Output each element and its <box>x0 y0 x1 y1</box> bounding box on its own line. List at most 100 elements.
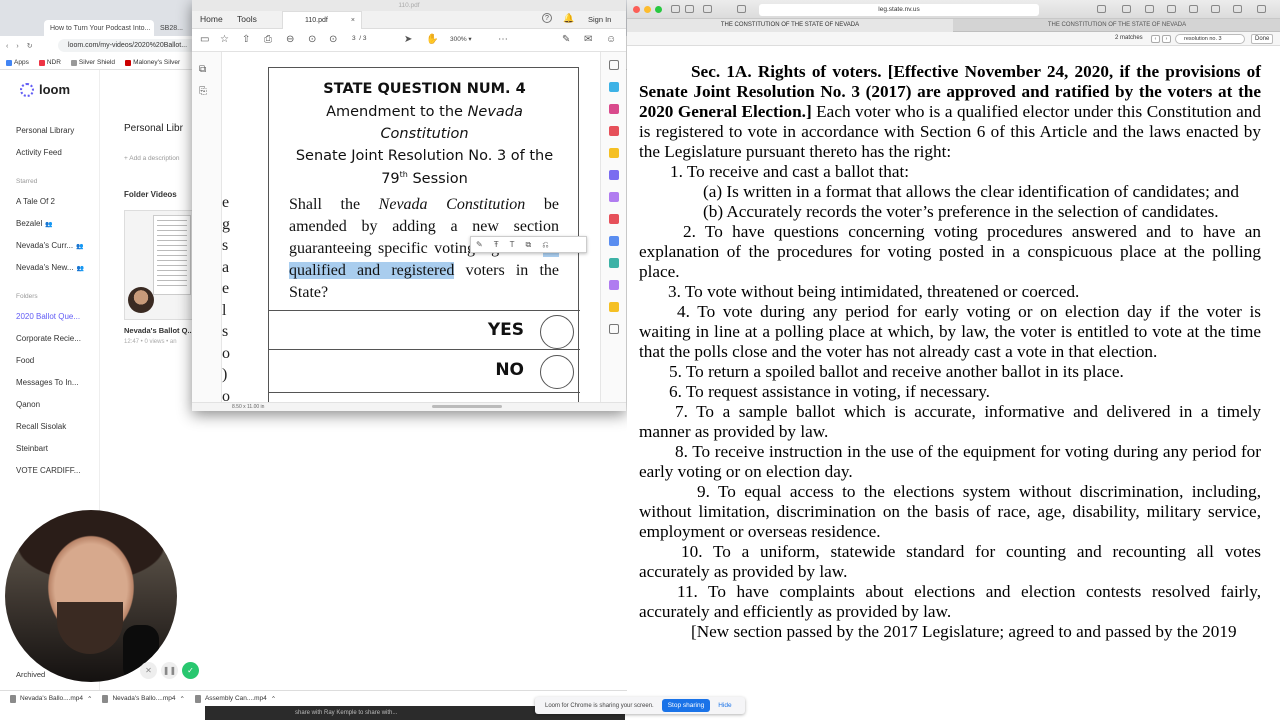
add-description-link[interactable]: + Add a description <box>124 155 179 162</box>
zoom-out-icon[interactable]: ⊖ <box>286 34 294 45</box>
sign-in-link[interactable]: Sign In <box>588 15 611 24</box>
finish-recording-button[interactable]: ✓ <box>182 662 199 679</box>
download-item[interactable]: Nevada's Ballo....mp4 ⌃ <box>102 694 185 703</box>
bookmark-apps[interactable]: Apps <box>6 59 29 66</box>
cancel-recording-button[interactable]: ✕ <box>140 662 157 679</box>
stamp-icon[interactable] <box>609 280 619 290</box>
tab-home[interactable]: Home <box>200 14 223 24</box>
comment-icon[interactable] <box>609 148 619 158</box>
highlight-icon[interactable]: ✎ <box>476 240 483 249</box>
sign-icon[interactable]: ✎ <box>562 34 570 45</box>
create-pdf-icon[interactable] <box>609 104 619 114</box>
find-previous-button[interactable]: ‹ <box>1151 35 1160 43</box>
download-item[interactable]: Nevada's Ballo....mp4 ⌃ <box>10 694 92 703</box>
protect-icon[interactable] <box>609 236 619 246</box>
back-icon[interactable] <box>671 5 680 13</box>
close-icon[interactable]: × <box>351 12 355 29</box>
sidebar-item-personal-library[interactable]: Personal Library <box>16 126 74 135</box>
pages-icon[interactable]: ⧉ <box>199 64 206 75</box>
export-pdf-icon[interactable] <box>609 82 619 92</box>
combine-icon[interactable] <box>609 170 619 180</box>
video-title[interactable]: Nevada's Ballot Q... <box>124 326 194 335</box>
underline-icon[interactable]: T <box>510 240 515 249</box>
sidebar-folder[interactable]: Food <box>16 356 34 365</box>
tools-icon[interactable] <box>609 324 619 334</box>
find-done-button[interactable]: Done <box>1251 34 1274 44</box>
ghostery-icon[interactable] <box>1097 5 1106 13</box>
fill-sign-icon[interactable] <box>609 214 619 224</box>
find-next-button[interactable]: › <box>1162 35 1171 43</box>
forward-icon[interactable] <box>685 5 694 13</box>
sidebar-item-starred[interactable]: A Tale Of 2 <box>16 197 55 206</box>
search-icon[interactable] <box>609 60 619 70</box>
save-icon[interactable]: ▭ <box>200 34 209 45</box>
back-icon[interactable]: ‹ <box>6 43 8 50</box>
compress-icon[interactable] <box>609 302 619 312</box>
loom-logo[interactable]: loom <box>20 82 70 97</box>
hide-notice-button[interactable]: Hide <box>718 702 731 709</box>
sidebar-folder[interactable]: Recall Sisolak <box>16 422 66 431</box>
download-icon[interactable] <box>1211 5 1220 13</box>
sidebar-item-activity-feed[interactable]: Activity Feed <box>16 148 62 157</box>
copy-icon[interactable]: ⧉ <box>525 240 531 250</box>
sidebar-folder[interactable]: Qanon <box>16 400 40 409</box>
sidebar-folder[interactable]: VOTE CARDIFF... <box>16 466 80 475</box>
page-number-field[interactable]: 3 / 3 <box>352 35 366 42</box>
page-up-icon[interactable]: ⊙ <box>308 34 316 45</box>
settings-icon[interactable] <box>1189 5 1198 13</box>
browser-tab-podcast[interactable]: How to Turn Your Podcast Into... <box>44 20 154 36</box>
stop-sharing-button[interactable]: Stop sharing <box>661 699 711 712</box>
mail-icon[interactable]: ✉ <box>584 34 592 45</box>
horizontal-scrollbar[interactable] <box>432 405 502 408</box>
sidebar-folder[interactable]: Corporate Recie... <box>16 334 81 343</box>
extension-icon[interactable] <box>1145 5 1154 13</box>
share-icon[interactable] <box>1233 5 1242 13</box>
find-input[interactable]: resolution no. 3 <box>1175 34 1245 44</box>
bookmark-maloneys-silver[interactable]: Maloney's Silver <box>125 59 180 66</box>
chevron-up-icon[interactable]: ⌃ <box>271 695 276 703</box>
tab-tools[interactable]: Tools <box>237 14 257 24</box>
more-icon[interactable]: ⋯ <box>498 34 508 45</box>
yes-bubble[interactable] <box>540 315 574 349</box>
tab-constitution[interactable]: THE CONSTITUTION OF THE STATE OF NEVADA <box>954 19 1280 32</box>
share-user-icon[interactable]: ☺ <box>606 34 616 45</box>
forward-icon[interactable]: › <box>16 43 18 50</box>
upload-icon[interactable]: ⇧ <box>242 34 250 45</box>
bookmark-silver-shield[interactable]: Silver Shield <box>70 59 115 66</box>
zoom-window-button[interactable] <box>655 6 662 13</box>
download-item[interactable]: Assembly Can....mp4 ⌃ <box>194 694 276 703</box>
tab-file[interactable]: 110.pdf × <box>282 11 362 29</box>
pdf-page-canvas[interactable]: e g s a e l s o) o STATE QUESTION NUM. 4 Amendme… <box>222 52 597 402</box>
zoom-select[interactable]: 300% ▾ <box>450 35 472 43</box>
mail-icon[interactable] <box>1167 5 1176 13</box>
sidebar-folder[interactable]: Messages To In... <box>16 378 79 387</box>
print-icon[interactable] <box>1122 5 1131 13</box>
edit-pdf-icon[interactable] <box>609 126 619 136</box>
close-window-button[interactable] <box>633 6 640 13</box>
star-icon[interactable]: ☆ <box>220 34 229 45</box>
sidebar-item-archived[interactable]: Archived <box>16 670 45 679</box>
attachment-icon[interactable]: ⎘ <box>199 86 207 97</box>
sidebar-icon[interactable] <box>703 5 712 13</box>
sidebar-folder[interactable]: 2020 Ballot Que... <box>16 312 80 321</box>
select-icon[interactable]: ➤ <box>404 34 412 45</box>
help-icon[interactable]: ? <box>542 13 552 23</box>
sidebar-item-starred[interactable]: Nevada's New... 👥 <box>16 263 84 272</box>
address-bar[interactable]: loom.com/my-videos/2020%20Ballot... <box>58 39 208 52</box>
hand-icon[interactable]: ✋ <box>426 34 438 45</box>
minimize-window-button[interactable] <box>644 6 651 13</box>
bell-icon[interactable]: 🔔 <box>563 13 574 24</box>
scan-icon[interactable] <box>609 258 619 268</box>
pause-recording-button[interactable]: ❚❚ <box>161 662 178 679</box>
address-bar[interactable]: leg.state.nv.us <box>759 4 1039 16</box>
page-down-icon[interactable]: ⊙ <box>329 34 337 45</box>
strikethrough-icon[interactable]: Ŧ <box>494 240 499 249</box>
sidebar-folder[interactable]: Steinbart <box>16 444 48 453</box>
chevron-up-icon[interactable]: ⌃ <box>180 695 185 703</box>
video-thumbnail[interactable] <box>124 210 194 320</box>
bookmark-ndr[interactable]: NDR <box>38 59 61 66</box>
organize-icon[interactable] <box>609 192 619 202</box>
more-options-icon[interactable]: ⎌ <box>542 240 548 250</box>
sidebar-item-starred[interactable]: Nevada's Curr... 👥 <box>16 241 84 250</box>
home-icon[interactable] <box>737 5 746 13</box>
